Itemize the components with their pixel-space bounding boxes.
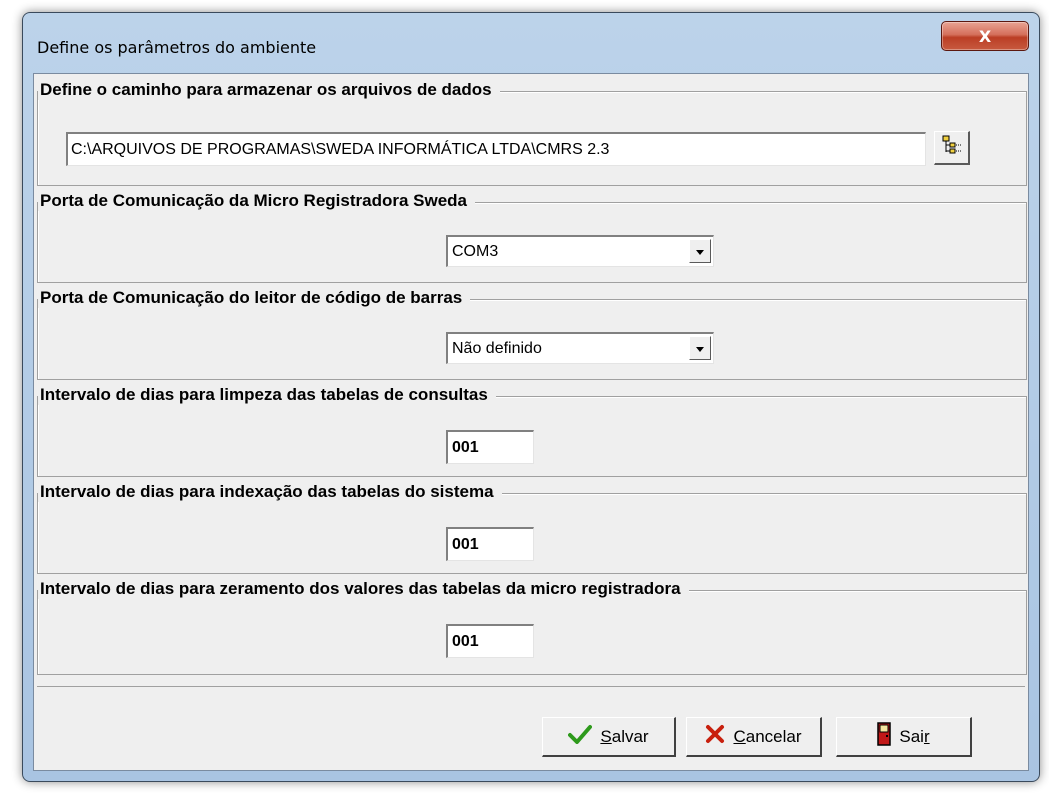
x-icon [705,724,725,749]
chevron-down-icon [695,334,705,363]
group-legend: Porta de Comunicação da Micro Registrado… [38,191,476,211]
save-button[interactable]: Salvar [542,717,676,757]
scanner-port-value: Não definido [452,340,542,357]
checkmark-icon [568,724,593,749]
index-days-field[interactable]: 001 [446,527,534,561]
data-path-group: Define o caminho para armazenar os arqui… [34,80,1030,186]
cleanup-interval-group: Intervalo de dias para limpeza das tabel… [34,385,1030,477]
title-bar[interactable]: Define os parâmetros do ambiente X [23,13,1039,73]
printer-port-group: Porta de Comunicação da Micro Registrado… [34,191,1030,283]
cancel-label: Cancelar [733,726,802,746]
scanner-port-select[interactable]: Não definido [446,332,714,364]
group-legend: Intervalo de dias para zeramento dos val… [38,579,689,599]
window-title: Define os parâmetros do ambiente [37,38,317,57]
index-interval-group: Intervalo de dias para indexação das tab… [34,482,1030,574]
dialog-window: Define os parâmetros do ambiente X Defin… [22,12,1040,782]
cleanup-days-field[interactable]: 001 [446,430,534,464]
folder-tree-icon [942,135,962,160]
dropdown-button[interactable] [689,239,711,263]
door-icon [877,722,892,751]
browse-folder-button[interactable] [934,131,970,165]
footer-divider [37,686,1025,687]
group-legend: Porta de Comunicação do leitor de código… [38,288,471,308]
close-button[interactable]: X [941,21,1029,51]
data-path-field[interactable]: C:\ARQUIVOS DE PROGRAMAS\SWEDA INFORMÁTI… [66,132,926,166]
exit-button[interactable]: Sair [836,717,972,757]
group-legend: Intervalo de dias para limpeza das tabel… [38,385,496,405]
dropdown-button[interactable] [689,336,711,360]
close-icon: X [978,26,992,46]
scanner-port-group: Porta de Comunicação do leitor de código… [34,288,1030,380]
reset-interval-group: Intervalo de dias para zeramento dos val… [34,579,1030,675]
printer-port-select[interactable]: COM3 [446,235,714,267]
dialog-client-area: Define o caminho para armazenar os arqui… [33,73,1029,771]
save-label: Salvar [600,726,649,746]
chevron-down-icon [695,237,705,266]
group-legend: Intervalo de dias para indexação das tab… [38,482,502,502]
group-legend: Define o caminho para armazenar os arqui… [38,80,500,100]
cancel-button[interactable]: Cancelar [686,717,822,757]
printer-port-value: COM3 [452,243,499,260]
reset-days-field[interactable]: 001 [446,624,534,658]
exit-label: Sair [899,726,930,746]
